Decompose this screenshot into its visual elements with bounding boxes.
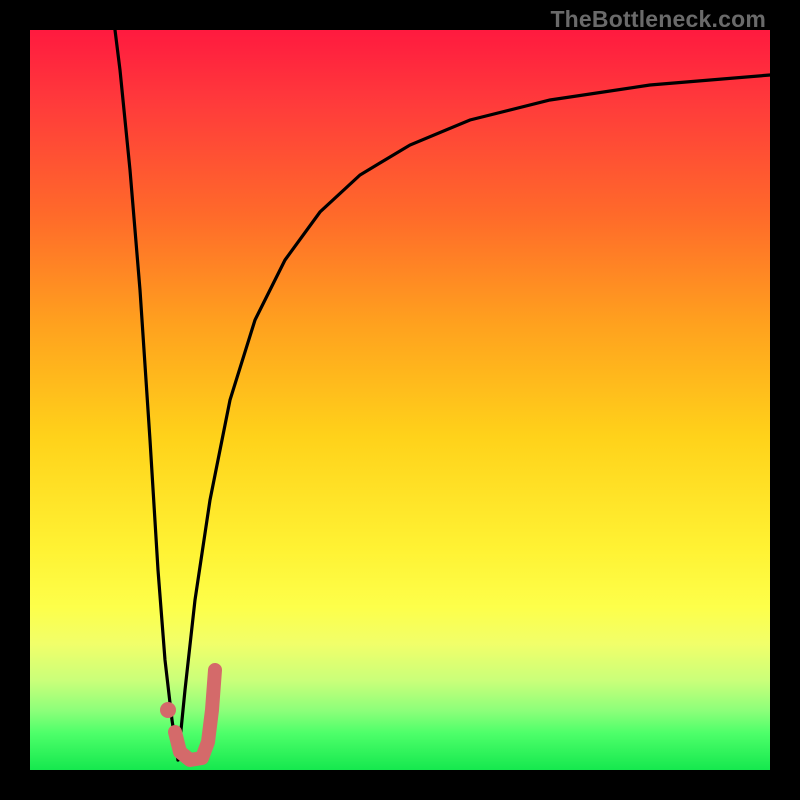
watermark-text: TheBottleneck.com [550,6,766,33]
right-curve [178,75,770,760]
plot-area [30,30,770,770]
marker-dot [160,702,176,718]
left-curve [115,30,178,760]
chart-svg [30,30,770,770]
chart-frame: TheBottleneck.com [0,0,800,800]
